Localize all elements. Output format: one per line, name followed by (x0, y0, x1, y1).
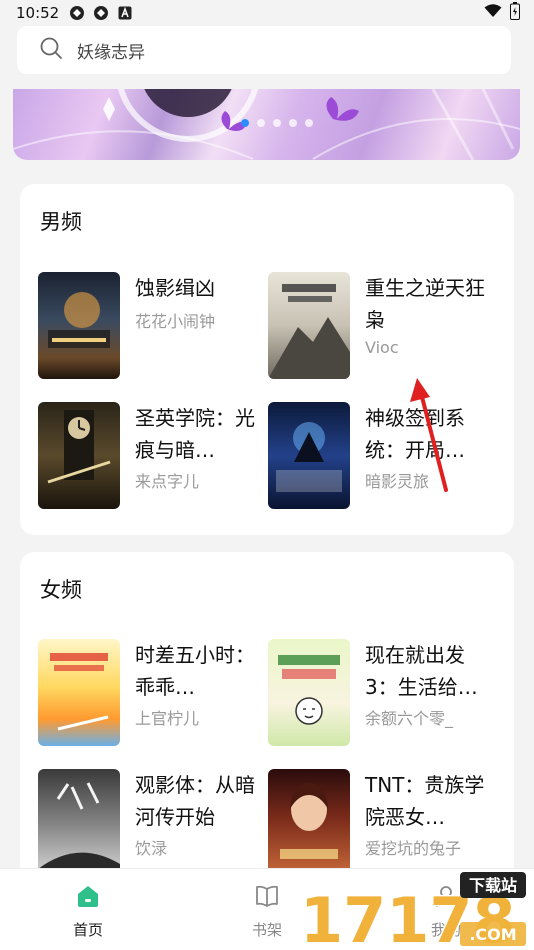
status-time: 10:52 (16, 4, 60, 22)
status-right (484, 2, 520, 24)
book-item[interactable]: 圣英学院：光痕与暗… 来点字儿 (38, 402, 270, 512)
wifi-icon (484, 4, 502, 22)
book-author: Vioc (365, 338, 399, 357)
book-author: 爱挖坑的兔子 (365, 839, 462, 858)
book-author: 暗影灵旅 (365, 472, 430, 491)
pagination-dot (273, 119, 281, 127)
site-watermark-logo: 17178 下载站 .COM (300, 872, 526, 950)
svg-text:.COM: .COM (469, 925, 516, 944)
pagination-dot (305, 119, 313, 127)
book-icon (254, 883, 280, 913)
female-section-card: 女频 时差五小时：乖乖… 上官柠儿 现在就出发3：生活给… 余额六个零_ 观影体… (20, 552, 514, 882)
book-title: 圣英学院：光痕与暗… (135, 406, 255, 462)
app-notification-icon (93, 5, 109, 21)
book-cover (268, 769, 350, 876)
book-cover (268, 402, 350, 509)
book-author: 余额六个零_ (365, 709, 454, 728)
book-title: 重生之逆天狂枭 (365, 276, 485, 332)
book-title: 现在就出发3：生活给… (365, 643, 478, 699)
search-bar[interactable]: 妖缘志异 (17, 26, 511, 74)
nav-label-bookshelf: 书架 (251, 921, 282, 939)
status-bar: 10:52 (0, 0, 534, 26)
pagination-dot (241, 119, 249, 127)
book-item[interactable]: 神级签到系统：开局… 暗影灵旅 (268, 402, 500, 512)
book-cover (268, 272, 350, 379)
book-item[interactable]: 重生之逆天狂枭 Vioc (268, 272, 500, 382)
book-title: 时差五小时：乖乖… (135, 643, 255, 699)
home-icon (75, 883, 101, 913)
book-title: 蚀影缉凶 (135, 276, 215, 300)
font-notification-icon (117, 5, 133, 21)
bottom-navigation: 首页 书架 我的 17178 下载站 .COM (0, 868, 534, 950)
svg-text:下载站: 下载站 (469, 876, 517, 895)
section-title: 男频 (40, 210, 82, 234)
book-cover (38, 272, 120, 379)
book-cover (38, 402, 120, 509)
book-item[interactable]: TNT：贵族学院恶女… 爱挖坑的兔子 (268, 769, 500, 879)
book-author: 花花小闹钟 (135, 312, 216, 331)
promo-banner[interactable] (13, 89, 520, 160)
book-title: TNT：贵族学院恶女… (365, 773, 485, 829)
nav-label-home: 首页 (72, 921, 103, 939)
book-cover (268, 639, 350, 746)
book-item[interactable]: 时差五小时：乖乖… 上官柠儿 (38, 639, 270, 749)
book-author: 来点字儿 (135, 472, 200, 491)
book-author: 上官柠儿 (135, 709, 200, 728)
book-item[interactable]: 观影体：从暗河传开始 饮渌 (38, 769, 270, 879)
battery-icon (510, 2, 520, 24)
search-placeholder: 妖缘志异 (77, 42, 145, 63)
nav-tab-bookshelf[interactable]: 书架 (227, 883, 307, 940)
book-cover (38, 769, 120, 876)
male-section-card: 男频 蚀影缉凶 花花小闹钟 重生之逆天狂枭 Vioc 圣英学院：光痕与暗… 来点… (20, 184, 514, 535)
book-title: 观影体：从暗河传开始 (135, 773, 255, 829)
book-cover (38, 639, 120, 746)
pagination-dot (289, 119, 297, 127)
book-item[interactable]: 现在就出发3：生活给… 余额六个零_ (268, 639, 500, 749)
banner-pagination (241, 119, 313, 127)
book-item[interactable]: 蚀影缉凶 花花小闹钟 (38, 272, 270, 382)
search-icon (39, 36, 63, 64)
nav-tab-home[interactable]: 首页 (48, 883, 128, 940)
app-notification-icon (69, 5, 85, 21)
book-title: 神级签到系统：开局… (365, 406, 465, 462)
pagination-dot (257, 119, 265, 127)
book-author: 饮渌 (135, 839, 168, 858)
section-title: 女频 (40, 578, 82, 602)
